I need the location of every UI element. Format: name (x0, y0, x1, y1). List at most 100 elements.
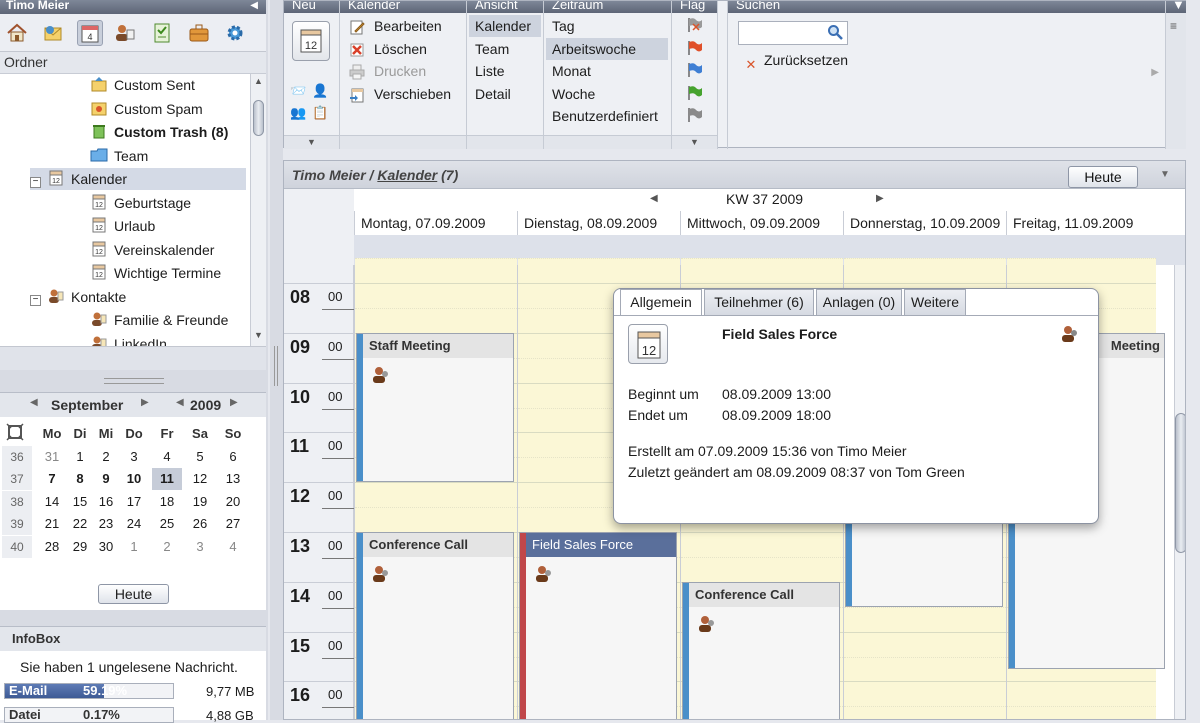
time-slot[interactable] (681, 532, 843, 557)
next-year-icon[interactable]: ▶ (230, 397, 238, 408)
prev-year-icon[interactable]: ◀ (176, 397, 184, 408)
flag-blue-icon[interactable] (686, 62, 704, 81)
briefcase-icon[interactable] (186, 20, 212, 46)
new-mail-small-icon[interactable]: 📨 (290, 83, 306, 99)
search-icon[interactable] (827, 24, 843, 45)
prev-month-icon[interactable]: ◀ (30, 397, 38, 408)
day-cell[interactable]: 10 (119, 468, 149, 490)
panel-divider[interactable] (270, 0, 283, 720)
tasks-module-icon[interactable] (149, 20, 175, 46)
time-slot[interactable] (1007, 258, 1156, 283)
time-slot[interactable] (844, 706, 1006, 720)
ribbon-item-liste[interactable]: Liste (469, 60, 541, 82)
calendar-event[interactable]: Staff Meeting (356, 333, 514, 482)
day-cell[interactable]: 11 (152, 468, 182, 490)
day-cell[interactable]: 9 (91, 468, 121, 490)
day-cell[interactable]: 18 (152, 491, 182, 513)
calendar-scrollbar[interactable] (1174, 265, 1186, 720)
day-cell[interactable]: 16 (91, 491, 121, 513)
day-header[interactable]: Donnerstag, 10.09.2009 (843, 211, 1006, 235)
popup-tab[interactable]: Anlagen (0) (816, 289, 902, 315)
day-header[interactable]: Freitag, 11.09.2009 (1006, 211, 1156, 235)
flag-red-icon[interactable] (686, 40, 704, 59)
day-cell[interactable]: 27 (218, 513, 248, 535)
day-cell[interactable]: 3 (119, 446, 149, 468)
mail-icon[interactable] (40, 20, 66, 46)
scroll-thumb[interactable] (253, 100, 264, 136)
day-header[interactable]: Mittwoch, 09.09.2009 (680, 211, 843, 235)
week-number[interactable]: 40 (2, 536, 32, 558)
day-cell[interactable]: 17 (119, 491, 149, 513)
next-month-icon[interactable]: ▶ (141, 397, 149, 408)
popup-tab[interactable]: Teilnehmer (6) (704, 289, 814, 315)
contacts-module-icon[interactable] (112, 20, 138, 46)
reset-search-button[interactable]: ✕Zurücksetzen (742, 49, 848, 71)
day-cell[interactable]: 3 (185, 536, 215, 558)
day-cell[interactable]: 2 (152, 536, 182, 558)
day-cell[interactable]: 31 (37, 446, 67, 468)
ribbon-item-arbeitswoche[interactable]: Arbeitswoche (546, 38, 668, 60)
folder-tree-item[interactable]: Familie & Freunde (90, 309, 228, 331)
day-cell[interactable]: 21 (37, 513, 67, 535)
new-appointment-button[interactable]: 12 (292, 21, 330, 61)
time-slot[interactable] (355, 482, 517, 507)
time-slot[interactable] (355, 507, 517, 532)
folder-tree-item[interactable]: Team (90, 145, 148, 167)
ribbon-scroll-right-icon[interactable]: ▶ (1151, 67, 1159, 78)
day-cell[interactable]: 13 (218, 468, 248, 490)
calendar-scroll-thumb[interactable] (1175, 413, 1186, 553)
calendar-module-icon[interactable]: 4 (77, 20, 103, 46)
folder-tree-item[interactable]: −Kontakte (30, 286, 126, 308)
unread-message[interactable]: Sie haben 1 ungelesene Nachricht. (20, 659, 238, 675)
new-group-small-icon[interactable]: 👥 (290, 105, 306, 121)
time-slot[interactable] (681, 557, 843, 582)
day-cell[interactable]: 30 (91, 536, 121, 558)
time-slot[interactable] (518, 258, 680, 283)
new-contact-small-icon[interactable]: 👤 (312, 83, 328, 99)
folder-tree-scrollbar[interactable]: ▲ ▼ (250, 74, 266, 346)
folder-tree-item[interactable]: 12Vereinskalender (90, 239, 214, 261)
prev-week-icon[interactable]: ◀ (650, 193, 658, 204)
folder-tree-item[interactable]: 12Urlaub (90, 215, 155, 237)
calendar-event[interactable]: Field Sales Force (519, 532, 677, 720)
day-cell[interactable]: 26 (185, 513, 215, 535)
time-slot[interactable] (844, 657, 1006, 682)
time-slot[interactable] (355, 258, 517, 283)
time-slot[interactable] (1007, 706, 1156, 720)
day-cell[interactable]: 1 (119, 536, 149, 558)
day-cell[interactable]: 23 (91, 513, 121, 535)
day-cell[interactable]: 2 (91, 446, 121, 468)
day-header[interactable]: Montag, 07.09.2009 (354, 211, 517, 235)
time-slot[interactable] (355, 308, 517, 333)
popup-tab[interactable]: Weitere (904, 289, 966, 315)
collapse-toggle-icon[interactable]: − (30, 177, 41, 188)
ribbon-item-monat[interactable]: Monat (546, 60, 668, 82)
ribbon-item-woche[interactable]: Woche (546, 83, 668, 105)
folder-tree-item[interactable]: 12Wichtige Termine (90, 262, 221, 284)
scroll-up-icon[interactable]: ▲ (254, 76, 263, 86)
flag-green-icon[interactable] (686, 85, 704, 104)
ribbon-options-icon[interactable]: ≡ (1170, 19, 1177, 33)
next-week-icon[interactable]: ▶ (876, 193, 884, 204)
day-cell[interactable]: 19 (185, 491, 215, 513)
popup-tab[interactable]: Allgemein (620, 289, 702, 316)
time-slot[interactable] (1007, 681, 1156, 706)
folder-tree-item[interactable]: LinkedIn (90, 333, 167, 347)
ribbon-item-drucken[interactable]: Drucken (348, 60, 426, 82)
breadcrumb-calendar-link[interactable]: Kalender (377, 167, 437, 183)
week-number[interactable]: 37 (2, 468, 32, 490)
new-task-small-icon[interactable]: 📋 (312, 105, 328, 121)
time-slot[interactable] (844, 258, 1006, 283)
ribbon-expand-icon[interactable]: ▼ (284, 135, 339, 149)
day-cell[interactable]: 4 (152, 446, 182, 468)
search-input[interactable] (738, 21, 848, 45)
panel-splitter[interactable] (104, 378, 164, 384)
day-cell[interactable]: 14 (37, 491, 67, 513)
collapse-icon[interactable]: ◀ (250, 1, 258, 11)
day-cell[interactable]: 4 (218, 536, 248, 558)
ribbon-item-bearbeiten[interactable]: Bearbeiten (348, 15, 442, 37)
today-button[interactable]: Heute (1068, 166, 1138, 188)
ribbon-item-tag[interactable]: Tag (546, 15, 668, 37)
calendar-event[interactable]: Conference Call (682, 582, 840, 720)
time-slot[interactable] (355, 283, 517, 308)
